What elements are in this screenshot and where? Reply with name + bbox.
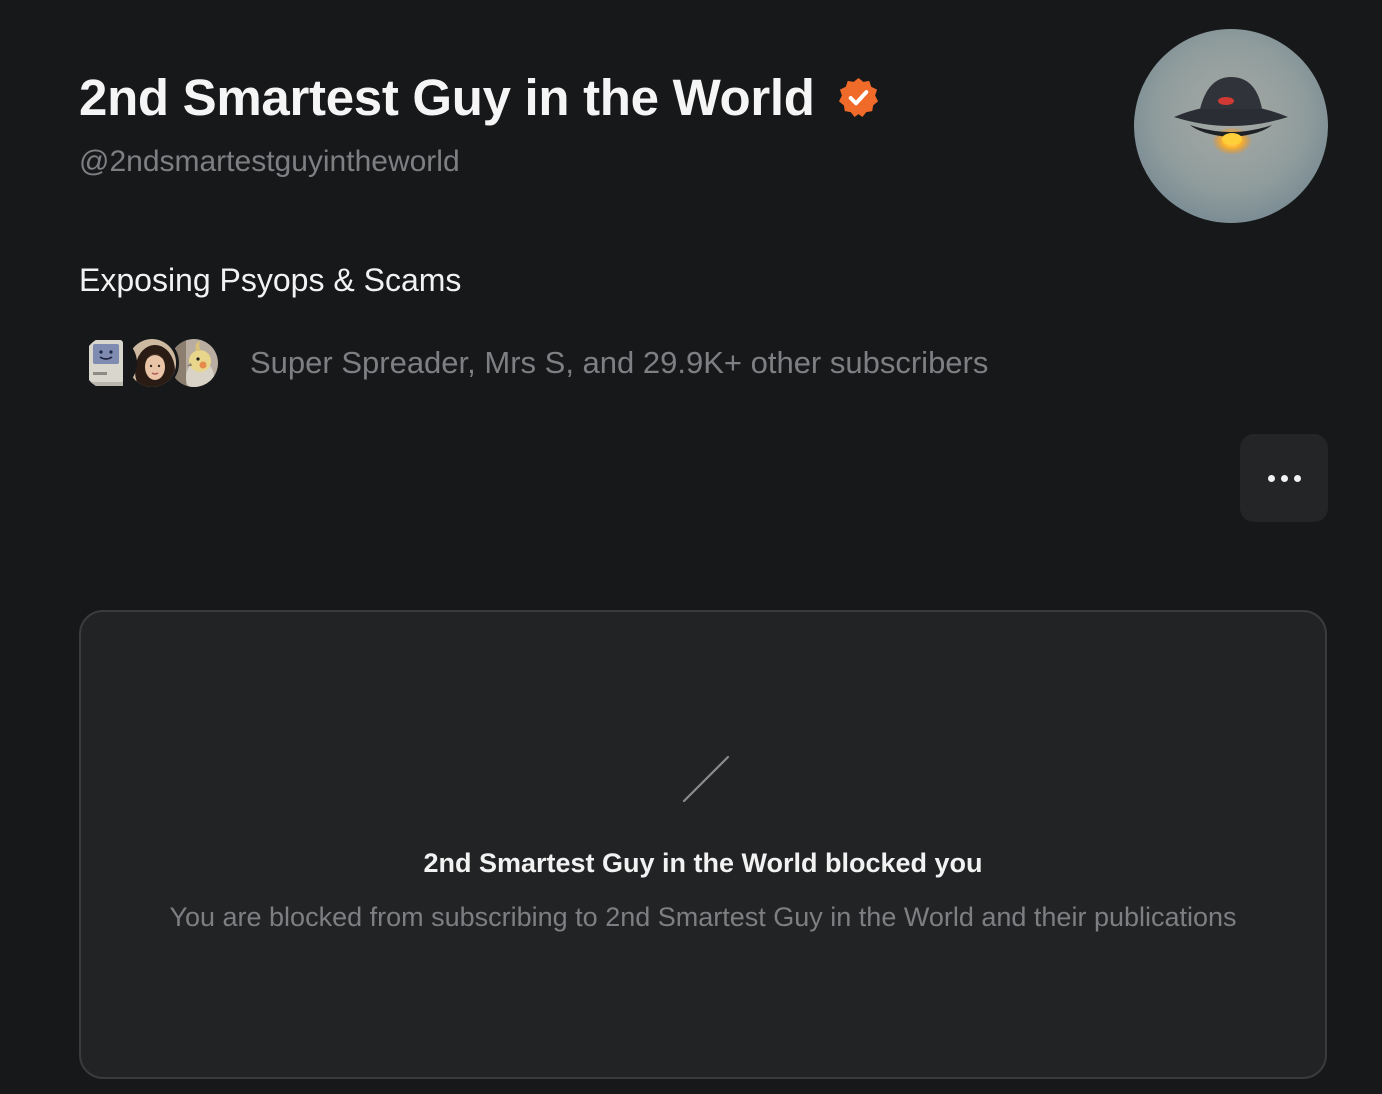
profile-name: 2nd Smartest Guy in the World xyxy=(79,69,815,126)
blocked-message: You are blocked from subscribing to 2nd … xyxy=(169,902,1237,932)
profile-avatar[interactable] xyxy=(1134,29,1328,223)
slash-icon xyxy=(682,755,730,803)
profile-header: 2nd Smartest Guy in the World xyxy=(79,68,880,127)
more-options-button[interactable] xyxy=(1240,434,1328,522)
ellipsis-icon xyxy=(1293,474,1301,482)
profile-handle: @2ndsmartestguyintheworld xyxy=(79,145,460,178)
subscriber-avatars xyxy=(83,335,225,391)
retro-computer-avatar xyxy=(83,336,137,390)
profile-bio: Exposing Psyops & Scams xyxy=(79,262,462,298)
subscribers-text[interactable]: Super Spreader, Mrs S, and 29.9K+ other … xyxy=(250,345,988,381)
blocked-notice-card: 2nd Smartest Guy in the World blocked yo… xyxy=(79,610,1327,1079)
ellipsis-icon xyxy=(1280,474,1288,482)
verified-badge-icon xyxy=(837,76,880,119)
subscribers-row[interactable]: Super Spreader, Mrs S, and 29.9K+ other … xyxy=(83,335,988,391)
ellipsis-icon xyxy=(1267,474,1275,482)
blocked-title: 2nd Smartest Guy in the World blocked yo… xyxy=(423,848,983,878)
profile-page: 2nd Smartest Guy in the World @2ndsmarte… xyxy=(0,0,1382,1094)
